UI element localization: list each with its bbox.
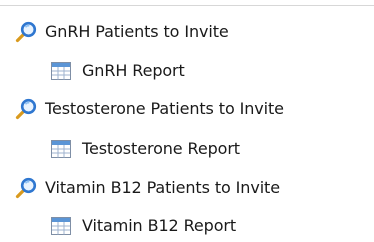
table-report-icon [49,137,73,161]
tree-item-gnrh-patients[interactable]: GnRH Patients to Invite [14,16,229,48]
table-report-icon [49,214,73,238]
tree-item-vitamin-b12-report[interactable]: Vitamin B12 Report [49,210,236,242]
tree-item-label: Testosterone Patients to Invite [45,99,284,118]
tree-item-label: GnRH Report [82,61,185,80]
magnifier-icon [14,20,38,44]
tree-item-testosterone-patients[interactable]: Testosterone Patients to Invite [14,93,284,125]
tree-item-label: GnRH Patients to Invite [45,22,229,41]
tree-item-vitamin-b12-patients[interactable]: Vitamin B12 Patients to Invite [14,172,280,204]
magnifier-icon [14,176,38,200]
tree-item-label: Vitamin B12 Patients to Invite [45,178,280,197]
tree-item-testosterone-report[interactable]: Testosterone Report [49,133,240,165]
table-report-icon [49,59,73,83]
tree-item-label: Testosterone Report [82,139,240,158]
tree-item-label: Vitamin B12 Report [82,216,237,235]
tree-item-gnrh-report[interactable]: GnRH Report [49,55,185,87]
magnifier-icon [14,97,38,121]
report-tree: GnRH Patients to Invite GnRH Report Test… [0,0,374,242]
